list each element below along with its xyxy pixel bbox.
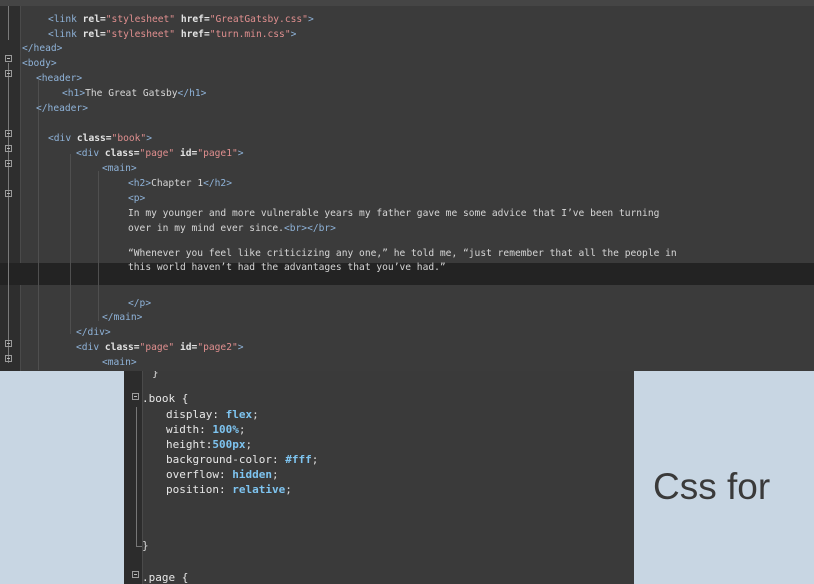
code-line-8: <div class="book"> xyxy=(48,133,152,144)
fold-collapse-icon[interactable] xyxy=(5,130,12,137)
code-line-1: <link rel="stylesheet" href="GreatGatsby… xyxy=(48,14,314,25)
css-prop-position: position: relative; xyxy=(166,483,292,496)
fold-collapse-icon[interactable] xyxy=(132,393,139,400)
css-prop-width: width: 100%; xyxy=(166,423,246,436)
code-line-9: <div class="page" id="page1"> xyxy=(76,148,244,159)
css-prop-overflow: overflow: hidden; xyxy=(166,468,279,481)
fold-line xyxy=(136,407,137,546)
code-line-19: </div> xyxy=(76,327,111,338)
css-selector-book: .book { xyxy=(142,392,189,405)
css-prop-display: display: flex; xyxy=(166,408,259,421)
code-line-2: <link rel="stylesheet" href="turn.min.cs… xyxy=(48,29,297,40)
line-gutter xyxy=(124,371,143,584)
code-line-15: “Whenever you feel like criticizing any … xyxy=(128,248,677,259)
code-line-7: </header> xyxy=(36,103,88,114)
fold-collapse-icon[interactable] xyxy=(5,55,12,62)
css-code-editor[interactable]: } .book { display: flex; width: 100%; he… xyxy=(124,371,634,584)
fold-collapse-icon[interactable] xyxy=(5,355,12,362)
css-prop-background-color: background-color: #fff; xyxy=(166,453,319,466)
fold-line xyxy=(8,63,9,363)
fold-collapse-icon[interactable] xyxy=(5,70,12,77)
code-line-18: </main> xyxy=(102,312,143,323)
css-selector-page: .page { xyxy=(142,571,189,584)
code-line-13: In my younger and more vulnerable years … xyxy=(128,208,660,219)
code-line-4: <body> xyxy=(22,58,57,69)
fold-collapse-icon[interactable] xyxy=(5,145,12,152)
fold-collapse-icon[interactable] xyxy=(132,571,139,578)
css-prop-height: height:500px; xyxy=(166,438,253,451)
css-close-brace: } xyxy=(142,539,149,552)
code-line-10: <main> xyxy=(102,163,137,174)
code-line-6: <h1>The Great Gatsby</h1> xyxy=(62,88,207,99)
code-line-21: <main> xyxy=(102,357,137,368)
caption-text: Css for xyxy=(653,466,771,507)
fold-line xyxy=(8,6,9,40)
code-line-12: <p> xyxy=(128,193,146,204)
code-line-5: <header> xyxy=(36,73,83,84)
fold-collapse-icon[interactable] xyxy=(5,190,12,197)
fold-collapse-icon[interactable] xyxy=(5,340,12,347)
code-line-11: <h2>Chapter 1</h2> xyxy=(128,178,232,189)
css-brace: } xyxy=(152,371,159,379)
code-line-17: </p> xyxy=(128,298,152,309)
html-code-editor[interactable]: <link rel="stylesheet" href="GreatGatsby… xyxy=(0,6,814,371)
code-line-20: <div class="page" id="page2"> xyxy=(76,342,244,353)
code-line-16: this world haven’t had the advantages th… xyxy=(128,262,446,273)
code-line-3: </head> xyxy=(22,43,63,54)
fold-collapse-icon[interactable] xyxy=(5,160,12,167)
code-line-14: over in my mind ever since.<br></br> xyxy=(128,223,336,234)
